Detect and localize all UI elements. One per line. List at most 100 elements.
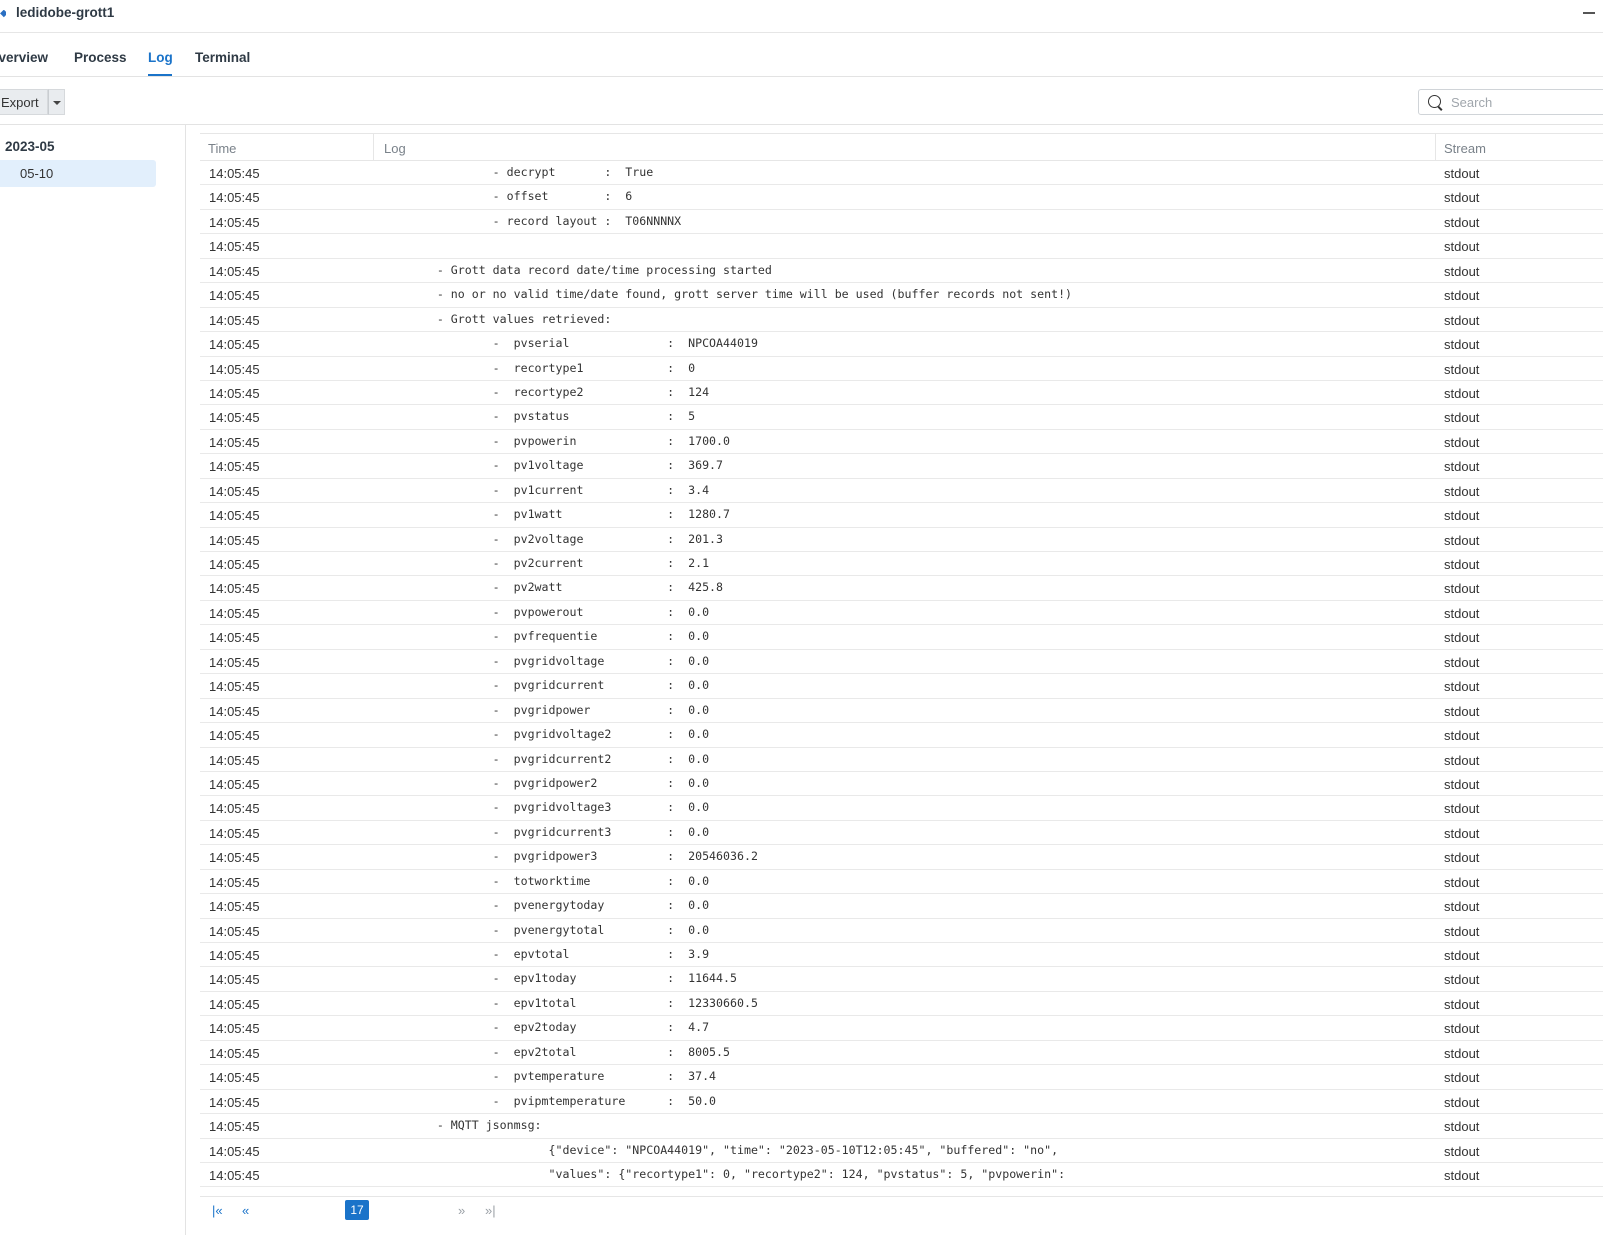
tree-day-item[interactable]: 05-10	[0, 160, 156, 187]
cell-stream: stdout	[1444, 703, 1480, 719]
cell-time: 14:05:45	[209, 776, 260, 792]
table-row[interactable]: 14:05:45 - epv1today : 11644.5 stdout	[200, 967, 1603, 992]
cell-stream: stdout	[1444, 385, 1480, 401]
cell-log: - recortype1 : 0	[381, 360, 696, 375]
table-row[interactable]: 14:05:45 - totworktime : 0.0 stdout	[200, 870, 1603, 895]
tab-overview[interactable]: Overview	[0, 50, 48, 65]
table-row[interactable]: 14:05:45 - pvpowerin : 1700.0 stdout	[200, 430, 1603, 455]
column-divider	[373, 134, 374, 161]
cell-time: 14:05:45	[209, 1119, 260, 1135]
table-row[interactable]: 14:05:45 "values": {"recortype1": 0, "re…	[200, 1163, 1603, 1188]
table-row[interactable]: 14:05:45 - pvserial : NPCOA44019 stdout	[200, 332, 1603, 357]
table-row[interactable]: 14:05:45 - pvgridcurrent : 0.0 stdout	[200, 674, 1603, 699]
column-header-stream[interactable]: Stream	[1444, 141, 1486, 156]
cell-stream: stdout	[1444, 337, 1480, 353]
cell-log: - epv1today : 11644.5	[381, 971, 737, 986]
cell-time: 14:05:45	[209, 581, 260, 597]
cell-stream: stdout	[1444, 776, 1480, 792]
tab-process[interactable]: Process	[74, 50, 127, 65]
pagination-bar: |« « 17 » »|	[200, 1196, 1603, 1236]
table-row[interactable]: 14:05:45 - pvstatus : 5 stdout	[200, 405, 1603, 430]
table-row[interactable]: 14:05:45 - pvgridpower : 0.0 stdout	[200, 699, 1603, 724]
cell-log: - pvpowerin : 1700.0	[381, 433, 731, 448]
table-row[interactable]: 14:05:45 - pvipmtemperature : 50.0 stdout	[200, 1090, 1603, 1115]
cell-stream: stdout	[1444, 948, 1480, 963]
cell-log: - pvgridvoltage3 : 0.0	[381, 800, 710, 815]
table-row[interactable]: 14:05:45 - offset : 6 stdout	[200, 185, 1603, 210]
table-row[interactable]: 14:05:45 - Grott data record date/time p…	[200, 259, 1603, 284]
table-row[interactable]: 14:05:45 - pvgridvoltage2 : 0.0 stdout	[200, 723, 1603, 748]
tab-log[interactable]: Log	[148, 50, 173, 65]
table-row[interactable]: 14:05:45 {"device": "NPCOA44019", "time"…	[200, 1139, 1603, 1163]
table-row[interactable]: 14:05:45 - pv2watt : 425.8 stdout	[200, 576, 1603, 601]
cell-stream: stdout	[1444, 581, 1480, 597]
table-row[interactable]: 14:05:45 - pv1current : 3.4 stdout	[200, 479, 1603, 504]
cell-time: 14:05:45	[209, 728, 260, 744]
table-row[interactable]: 14:05:45 - pv1watt : 1280.7 stdout	[200, 503, 1603, 528]
table-row[interactable]: 14:05:45 - pvpowerout : 0.0 stdout	[200, 601, 1603, 626]
cell-time: 14:05:45	[209, 239, 260, 255]
cell-time: 14:05:45	[209, 605, 260, 621]
cell-time: 14:05:45	[209, 385, 260, 401]
cell-log: - no or no valid time/date found, grott …	[381, 287, 1073, 302]
table-row[interactable]: 14:05:45 - pvgridpower3 : 20546036.2 stdo…	[200, 845, 1603, 870]
current-page[interactable]: 17	[345, 1200, 369, 1220]
table-row[interactable]: 14:05:45 - epvtotal : 3.9 stdout	[200, 943, 1603, 968]
table-row[interactable]: 14:05:45 - recortype2 : 124 stdout	[200, 381, 1603, 406]
table-row[interactable]: 14:05:45 - pv2current : 2.1 stdout	[200, 552, 1603, 577]
cell-stream: stdout	[1444, 605, 1480, 621]
table-row[interactable]: 14:05:45 - epv1total : 12330660.5 stdout	[200, 992, 1603, 1017]
cell-time: 14:05:45	[209, 166, 260, 181]
table-row[interactable]: 14:05:45 - pvgridvoltage3 : 0.0 stdout	[200, 796, 1603, 821]
table-row[interactable]: 14:05:45 - pvgridpower2 : 0.0 stdout	[200, 772, 1603, 797]
table-row[interactable]: 14:05:45 - record layout : T06NNNNX stdou…	[200, 210, 1603, 235]
table-row[interactable]: 14:05:45 - pv1voltage : 369.7 stdout	[200, 454, 1603, 479]
cell-stream: stdout	[1444, 1094, 1480, 1110]
table-row[interactable]: 14:05:45 - no or no valid time/date foun…	[200, 283, 1603, 308]
cell-stream: stdout	[1444, 874, 1480, 890]
cell-log: - totworktime : 0.0	[381, 873, 710, 888]
cell-stream: stdout	[1444, 630, 1480, 646]
tree-month[interactable]: 2023-05	[5, 139, 55, 154]
cell-log: - pvgridcurrent : 0.0	[381, 678, 710, 693]
tab-terminal[interactable]: Terminal	[195, 50, 250, 65]
table-row[interactable]: 14:05:45 - pvgridvoltage : 0.0 stdout	[200, 650, 1603, 675]
tab-bar: Overview Process Log Terminal	[0, 33, 1603, 77]
last-page-button[interactable]: »|	[485, 1203, 496, 1218]
export-dropdown-button[interactable]	[48, 89, 65, 115]
table-row[interactable]: 14:05:45 - pvgridcurrent3 : 0.0 stdout	[200, 821, 1603, 846]
export-button[interactable]: Export	[0, 89, 48, 115]
table-row[interactable]: 14:05:45 - pvgridcurrent2 : 0.0 stdout	[200, 748, 1603, 772]
table-row[interactable]: 14:05:45 - epv2total : 8005.5 stdout	[200, 1041, 1603, 1066]
cell-log: - pv1voltage : 369.7	[381, 458, 724, 473]
table-row[interactable]: 14:05:45 - Grott values retrieved: stdout	[200, 308, 1603, 333]
table-row[interactable]: 14:05:45 stdout	[200, 234, 1603, 259]
cell-time: 14:05:45	[209, 532, 260, 548]
next-page-button[interactable]: »	[458, 1203, 465, 1218]
table-row[interactable]: 14:05:45 - pvenergytoday : 0.0 stdout	[200, 894, 1603, 919]
table-row[interactable]: 14:05:45 - pvenergytotal : 0.0 stdout	[200, 919, 1603, 943]
cell-time: 14:05:45	[209, 752, 260, 768]
table-row[interactable]: 14:05:45 - epv2today : 4.7 stdout	[200, 1016, 1603, 1041]
cell-stream: stdout	[1444, 483, 1480, 499]
cell-time: 14:05:45	[209, 825, 260, 841]
minimize-button[interactable]	[1575, 0, 1603, 26]
table-row[interactable]: 14:05:45 - pvtemperature : 37.4 stdout	[200, 1065, 1603, 1090]
cell-log: - pvenergytotal : 0.0	[381, 922, 710, 937]
cell-stream: stdout	[1444, 214, 1480, 230]
cell-time: 14:05:45	[209, 434, 260, 450]
cell-log: - pvipmtemperature : 50.0	[381, 1093, 717, 1108]
table-row[interactable]: 14:05:45 - pvfrequentie : 0.0 stdout	[200, 625, 1603, 650]
column-header-time[interactable]: Time	[208, 141, 236, 156]
search-input[interactable]	[1451, 93, 1601, 111]
first-page-button[interactable]: |«	[212, 1203, 223, 1218]
table-row[interactable]: 14:05:45 - decrypt : True stdout	[200, 161, 1603, 186]
table-row[interactable]: 14:05:45 - recortype1 : 0 stdout	[200, 357, 1603, 381]
table-row[interactable]: 14:05:45 - pv2voltage : 201.3 stdout	[200, 528, 1603, 552]
prev-page-button[interactable]: «	[242, 1203, 249, 1218]
cell-log: - pvfrequentie : 0.0	[381, 629, 710, 644]
cell-log: - pv2current : 2.1	[381, 556, 710, 570]
cell-log: - pvgridcurrent2 : 0.0	[381, 751, 710, 766]
column-header-log[interactable]: Log	[384, 141, 406, 156]
table-row[interactable]: 14:05:45 - MQTT jsonmsg: stdout	[200, 1114, 1603, 1139]
